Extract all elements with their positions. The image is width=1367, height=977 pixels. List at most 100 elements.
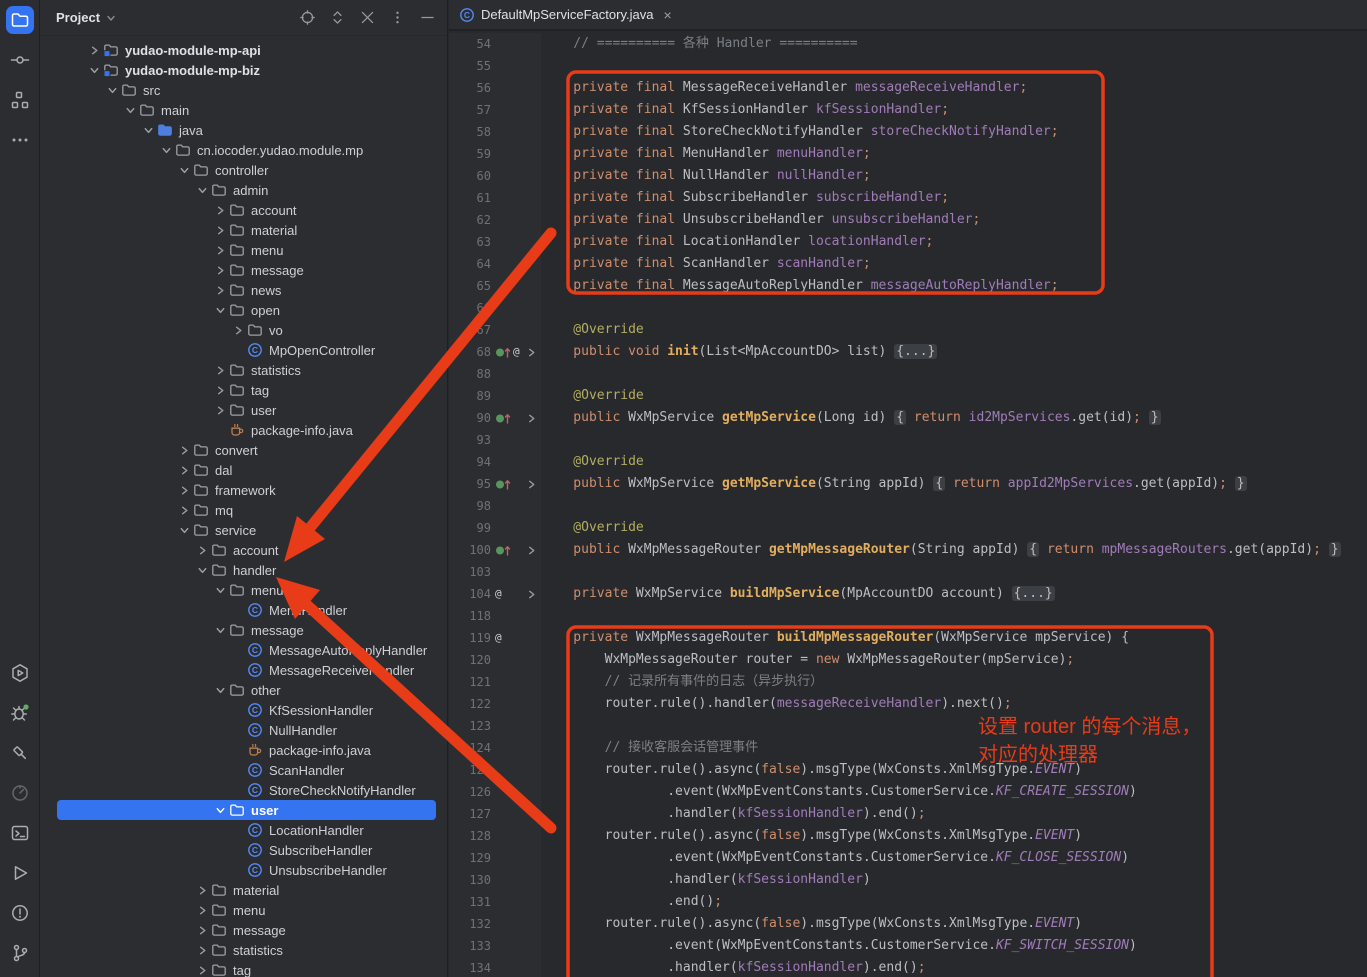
more-tools-tool-icon[interactable] xyxy=(6,126,34,154)
tree-item[interactable]: message xyxy=(40,620,447,640)
tree-item[interactable]: CScanHandler xyxy=(40,760,447,780)
editor-gutter[interactable]: 67 xyxy=(449,319,541,341)
editor-gutter[interactable]: 104@ xyxy=(449,583,541,605)
tree-item[interactable]: statistics xyxy=(40,360,447,380)
editor-gutter[interactable]: 54 xyxy=(449,33,541,55)
tree-item[interactable]: java xyxy=(40,120,447,140)
tree-item[interactable]: user xyxy=(40,400,447,420)
annotation-marker-icon[interactable]: @ xyxy=(513,346,520,358)
services-tool-icon[interactable] xyxy=(6,659,34,687)
chevron-right-icon[interactable] xyxy=(211,383,229,397)
editor-gutter[interactable]: 103 xyxy=(449,561,541,583)
chevron-right-icon[interactable] xyxy=(175,443,193,457)
editor-gutter[interactable]: 68@ xyxy=(449,341,541,363)
tree-item[interactable]: user xyxy=(40,800,447,820)
editor-gutter[interactable]: 128 xyxy=(449,825,541,847)
chevron-down-icon[interactable] xyxy=(157,143,175,157)
tree-item[interactable]: src xyxy=(40,80,447,100)
tree-item[interactable]: service xyxy=(40,520,447,540)
chevron-right-icon[interactable] xyxy=(211,363,229,377)
build-tool-icon[interactable] xyxy=(6,739,34,767)
chevron-down-icon[interactable] xyxy=(211,303,229,317)
expand-all-icon[interactable] xyxy=(327,8,347,28)
chevron-right-icon[interactable] xyxy=(211,243,229,257)
editor-gutter[interactable]: 64 xyxy=(449,253,541,275)
editor-gutter[interactable]: 88 xyxy=(449,363,541,385)
override-marker-icon[interactable] xyxy=(495,544,512,557)
tree-item[interactable]: package-info.java xyxy=(40,420,447,440)
tree-item[interactable]: yudao-module-mp-api xyxy=(40,40,447,60)
collapse-all-icon[interactable] xyxy=(357,8,377,28)
tree-item[interactable]: account xyxy=(40,540,447,560)
chevron-down-icon[interactable] xyxy=(193,563,211,577)
code-view[interactable]: 54 // ========== 各种 Handler ==========55… xyxy=(449,31,1367,977)
tree-item[interactable]: tag xyxy=(40,380,447,400)
chevron-right-icon[interactable] xyxy=(193,543,211,557)
chevron-down-icon[interactable] xyxy=(139,123,157,137)
chevron-down-icon[interactable] xyxy=(121,103,139,117)
tree-item[interactable]: menu xyxy=(40,580,447,600)
version-control-tool-icon[interactable] xyxy=(6,939,34,967)
tree-item[interactable]: message xyxy=(40,920,447,940)
tree-item[interactable]: dal xyxy=(40,460,447,480)
tree-item[interactable]: admin xyxy=(40,180,447,200)
tree-item[interactable]: mq xyxy=(40,500,447,520)
fold-chevron-icon[interactable] xyxy=(526,413,537,424)
structure-tool-icon[interactable] xyxy=(6,86,34,114)
override-marker-icon[interactable] xyxy=(495,412,512,425)
editor-gutter[interactable]: 56 xyxy=(449,77,541,99)
run-tool-icon[interactable] xyxy=(6,859,34,887)
editor-gutter[interactable]: 122 xyxy=(449,693,541,715)
debug-tool-icon[interactable] xyxy=(6,699,34,727)
tree-item[interactable]: CUnsubscribeHandler xyxy=(40,860,447,880)
chevron-right-icon[interactable] xyxy=(193,943,211,957)
annotation-marker-icon[interactable]: @ xyxy=(495,632,502,644)
override-marker-icon[interactable] xyxy=(495,478,512,491)
tree-item[interactable]: CLocationHandler xyxy=(40,820,447,840)
chevron-right-icon[interactable] xyxy=(211,223,229,237)
fold-chevron-icon[interactable] xyxy=(526,479,537,490)
editor-gutter[interactable]: 98 xyxy=(449,495,541,517)
chevron-down-icon[interactable] xyxy=(211,623,229,637)
chevron-down-icon[interactable] xyxy=(211,683,229,697)
editor-area[interactable]: C DefaultMpServiceFactory.java × 54 // =… xyxy=(449,0,1367,977)
tree-item[interactable]: controller xyxy=(40,160,447,180)
profiler-tool-icon[interactable] xyxy=(6,779,34,807)
editor-gutter[interactable]: 94 xyxy=(449,451,541,473)
tree-item[interactable]: main xyxy=(40,100,447,120)
tree-item[interactable]: CNullHandler xyxy=(40,720,447,740)
chevron-down-icon[interactable] xyxy=(103,83,121,97)
tree-item[interactable]: package-info.java xyxy=(40,740,447,760)
chevron-down-icon[interactable] xyxy=(211,803,229,817)
editor-gutter[interactable]: 93 xyxy=(449,429,541,451)
close-tab-icon[interactable]: × xyxy=(663,7,671,23)
tree-item[interactable]: tag xyxy=(40,960,447,977)
fold-chevron-icon[interactable] xyxy=(526,589,537,600)
editor-gutter[interactable]: 119@ xyxy=(449,627,541,649)
tree-item[interactable]: open xyxy=(40,300,447,320)
chevron-right-icon[interactable] xyxy=(229,323,247,337)
editor-gutter[interactable]: 120 xyxy=(449,649,541,671)
tree-item[interactable]: yudao-module-mp-biz xyxy=(40,60,447,80)
editor-gutter[interactable]: 124 xyxy=(449,737,541,759)
override-marker-icon[interactable] xyxy=(495,346,512,359)
annotation-marker-icon[interactable]: @ xyxy=(495,588,502,600)
tree-item[interactable]: framework xyxy=(40,480,447,500)
fold-chevron-icon[interactable] xyxy=(526,347,537,358)
editor-gutter[interactable]: 61 xyxy=(449,187,541,209)
tree-item[interactable]: other xyxy=(40,680,447,700)
chevron-right-icon[interactable] xyxy=(193,923,211,937)
tree-item[interactable]: material xyxy=(40,880,447,900)
tab-default-mp-service-factory[interactable]: C DefaultMpServiceFactory.java × xyxy=(449,0,682,29)
project-panel-title[interactable]: Project xyxy=(56,10,100,25)
editor-gutter[interactable]: 100 xyxy=(449,539,541,561)
tree-item[interactable]: CKfSessionHandler xyxy=(40,700,447,720)
chevron-right-icon[interactable] xyxy=(211,263,229,277)
commit-tool-icon[interactable] xyxy=(6,46,34,74)
editor-gutter[interactable]: 132 xyxy=(449,913,541,935)
chevron-right-icon[interactable] xyxy=(193,963,211,977)
tree-item[interactable]: CStoreCheckNotifyHandler xyxy=(40,780,447,800)
chevron-down-icon[interactable] xyxy=(211,583,229,597)
editor-gutter[interactable]: 90 xyxy=(449,407,541,429)
editor-gutter[interactable]: 134 xyxy=(449,957,541,977)
